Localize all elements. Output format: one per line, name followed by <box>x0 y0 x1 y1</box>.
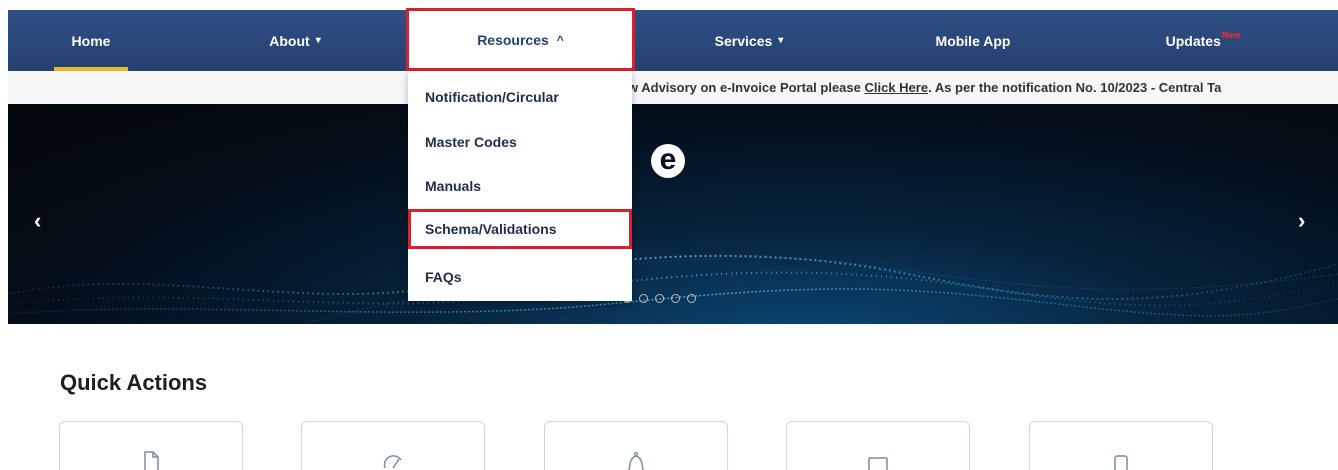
quick-action-card[interactable] <box>544 421 728 470</box>
bell-icon <box>628 451 644 470</box>
nav-about[interactable]: About ▾ <box>240 10 350 71</box>
particle-wave-graphic <box>8 254 1338 323</box>
carousel-dot[interactable] <box>687 294 696 303</box>
nav-updates[interactable]: Updates New <box>1148 10 1258 71</box>
menu-item-label: Notification/Circular <box>425 89 559 105</box>
menu-item-faqs[interactable]: FAQs <box>408 257 632 297</box>
menu-item-label: Manuals <box>425 178 482 194</box>
menu-item-manuals[interactable]: Manuals <box>408 166 632 206</box>
nav-about-label: About <box>269 32 310 49</box>
quick-action-card[interactable] <box>301 421 485 470</box>
menu-item-label: FAQs <box>425 269 462 285</box>
menu-item-master-codes[interactable]: Master Codes <box>408 122 632 162</box>
chevron-up-icon: ^ <box>556 32 564 47</box>
quick-action-card[interactable] <box>786 421 970 470</box>
carousel-next-button[interactable]: › <box>1298 208 1305 234</box>
carousel-prev-button[interactable]: ‹ <box>34 208 41 234</box>
main-nav: Home About ▾ Resources ^ Services ▾ Mobi… <box>8 8 1338 71</box>
carousel-dot[interactable] <box>655 294 664 303</box>
marquee-text-start: w Advisory on e-Invoice Portal please <box>628 80 865 95</box>
nav-services[interactable]: Services ▾ <box>694 10 804 71</box>
resources-dropdown-menu: Notification/Circular Master Codes Manua… <box>408 71 632 301</box>
nav-home-label: Home <box>71 32 111 49</box>
marquee-text: w Advisory on e-Invoice Portal please Cl… <box>628 80 1221 95</box>
nav-home[interactable]: Home <box>44 10 138 71</box>
einvoice-logo: e <box>651 144 685 178</box>
menu-item-label: Master Codes <box>425 134 517 150</box>
carousel-dot[interactable] <box>639 294 648 303</box>
quick-action-card[interactable] <box>59 421 243 470</box>
quick-actions-heading: Quick Actions <box>60 370 208 395</box>
menu-item-notification-circular[interactable]: Notification/Circular <box>408 77 632 117</box>
document-icon <box>144 451 159 470</box>
nav-resources-label: Resources <box>477 31 549 48</box>
nav-mobile-app-label: Mobile App <box>935 32 1011 49</box>
new-badge: New <box>1221 29 1241 40</box>
marquee-text-end: . As per the notification No. 10/2023 - … <box>928 80 1222 95</box>
menu-item-label: Schema/Validations <box>425 221 557 237</box>
carousel-indicators <box>623 294 696 303</box>
quick-action-card[interactable] <box>1029 421 1213 470</box>
chevron-down-icon: ▾ <box>315 35 321 46</box>
marquee-click-here-link[interactable]: Click Here <box>864 80 928 95</box>
chevron-down-icon: ▾ <box>778 35 784 46</box>
announcement-marquee: w Advisory on e-Invoice Portal please Cl… <box>8 71 1338 104</box>
monitor-icon <box>868 457 888 470</box>
page: Home About ▾ Resources ^ Services ▾ Mobi… <box>0 0 1338 470</box>
gauge-icon <box>383 455 402 469</box>
nav-services-label: Services <box>714 32 773 49</box>
nav-mobile-app[interactable]: Mobile App <box>918 10 1028 71</box>
carousel-dot[interactable] <box>671 294 680 303</box>
hero-carousel: ‹ e › <box>8 104 1338 324</box>
mobile-icon <box>1114 455 1128 470</box>
nav-updates-label: Updates <box>1165 32 1221 49</box>
nav-resources[interactable]: Resources ^ <box>406 8 635 71</box>
menu-item-schema-validations[interactable]: Schema/Validations <box>408 209 632 249</box>
